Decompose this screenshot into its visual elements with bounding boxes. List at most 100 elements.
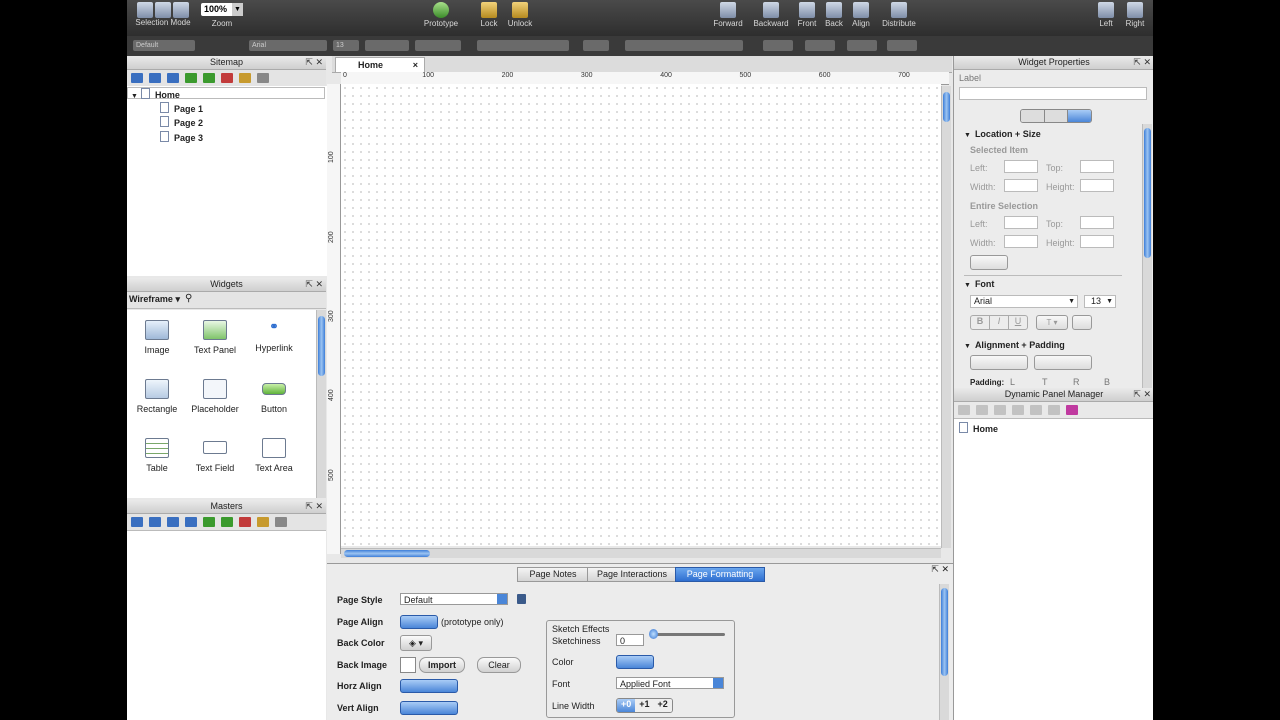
line-width-option[interactable]: +1 — [635, 699, 654, 712]
delete-page-icon[interactable] — [221, 73, 233, 83]
search-icon[interactable] — [275, 517, 287, 527]
lock-button[interactable]: Lock — [477, 2, 501, 28]
canvas-horizontal-scrollbar[interactable] — [341, 548, 941, 558]
edit-style-icon[interactable] — [517, 594, 526, 604]
interactions-tab-icon[interactable] — [1043, 110, 1068, 122]
unlock-button[interactable]: Unlock — [505, 2, 535, 28]
text-align-buttons[interactable] — [477, 40, 569, 51]
move-down-icon[interactable] — [185, 517, 197, 527]
font-size-select[interactable]: 13 ▼ — [1084, 295, 1116, 308]
clear-button[interactable]: Clear — [477, 657, 521, 673]
bold-button[interactable]: B — [971, 316, 989, 329]
indent-icon[interactable] — [203, 517, 215, 527]
horz-align-buttons[interactable] — [400, 679, 458, 693]
scroll-thumb[interactable] — [943, 92, 950, 122]
move-up-icon[interactable] — [149, 73, 161, 83]
edit-state-icon[interactable] — [1030, 405, 1042, 415]
scroll-thumb[interactable] — [344, 550, 430, 557]
close-icon[interactable]: × — [413, 58, 418, 73]
annotation-tab-icon[interactable] — [1021, 110, 1044, 122]
indent-icon[interactable] — [185, 73, 197, 83]
tab-page-formatting[interactable]: Page Formatting — [675, 567, 765, 582]
duplicate-state-icon[interactable] — [976, 405, 988, 415]
line-style-buttons[interactable] — [625, 40, 743, 51]
x-position-field[interactable] — [763, 40, 793, 51]
panel-close-icon[interactable]: ⇱ ✕ — [305, 278, 323, 291]
tab-page-interactions[interactable]: Page Interactions — [587, 567, 677, 582]
text-style-buttons[interactable]: B I U — [970, 315, 1028, 330]
backward-button[interactable]: Backward — [751, 2, 791, 28]
widgets-scrollbar[interactable] — [316, 310, 326, 498]
line-width-options[interactable]: +0 +1 +2 — [616, 698, 673, 713]
selected-left-input[interactable] — [1004, 160, 1038, 173]
sketch-font-select[interactable]: Applied Font — [616, 677, 724, 689]
formatting-tab-icon[interactable] — [1067, 110, 1091, 122]
font-family-select[interactable]: Arial ▼ — [970, 295, 1078, 308]
back-button[interactable]: Back — [823, 2, 845, 28]
entire-height-input[interactable] — [1080, 235, 1114, 248]
forward-button[interactable]: Forward — [711, 2, 745, 28]
font-family-select[interactable]: Arial — [249, 40, 327, 51]
selected-height-input[interactable] — [1080, 179, 1114, 192]
search-icon[interactable]: ⚲ — [185, 293, 192, 304]
distribute-button[interactable]: Distribute — [877, 2, 921, 28]
fill-color-button[interactable] — [583, 40, 609, 51]
tab-page-notes[interactable]: Page Notes — [517, 567, 589, 582]
alignment-padding-section[interactable]: ▼ Alignment + Padding — [964, 340, 1065, 350]
widget-text-field[interactable]: Text Field — [185, 438, 245, 473]
page-style-select[interactable]: Default — [400, 593, 508, 605]
dynamic-panel-item-home[interactable]: Home — [959, 422, 998, 434]
import-button[interactable]: Import — [419, 657, 465, 673]
back-color-picker[interactable]: ◈ ▾ — [400, 635, 432, 651]
widget-text-area[interactable]: Text Area — [244, 438, 304, 473]
horizontal-align-buttons[interactable] — [970, 355, 1028, 370]
panel-close-icon[interactable]: ⇱ ✕ — [305, 56, 323, 69]
sketchiness-slider[interactable] — [649, 629, 725, 639]
align-button[interactable]: Align — [849, 2, 873, 28]
vert-align-buttons[interactable] — [400, 701, 458, 715]
sitemap-item-page-1[interactable]: Page 1 — [160, 102, 203, 114]
widget-rectangle[interactable]: Rectangle — [127, 379, 187, 414]
widget-hyperlink[interactable]: ⚭ Hyperlink — [244, 320, 304, 353]
prototype-button[interactable]: Prototype — [423, 2, 459, 28]
add-state-icon[interactable] — [958, 405, 970, 415]
lock-aspect-button[interactable] — [970, 255, 1008, 270]
slider-thumb[interactable] — [649, 629, 658, 639]
move-up-icon[interactable] — [994, 405, 1006, 415]
font-size-select[interactable]: 13 — [333, 40, 359, 51]
panel-close-icon[interactable]: ⇱ ✕ — [1133, 56, 1151, 69]
vertical-align-buttons[interactable] — [1034, 355, 1092, 370]
widget-text-panel[interactable]: Text Panel — [185, 320, 245, 355]
add-folder-icon[interactable] — [149, 517, 161, 527]
text-style-buttons[interactable] — [365, 40, 409, 51]
location-size-section[interactable]: ▼ Location + Size — [964, 129, 1041, 139]
left-panel-toggle[interactable]: Left — [1095, 2, 1117, 28]
panel-close-icon[interactable]: ⇱ ✕ — [931, 564, 949, 575]
entire-width-input[interactable] — [1004, 235, 1038, 248]
sitemap-item-home[interactable]: ▼ Home — [127, 87, 325, 100]
width-field[interactable] — [847, 40, 877, 51]
properties-tab-buttons[interactable] — [1020, 109, 1092, 123]
properties-scrollbar[interactable] — [1142, 124, 1152, 388]
widget-image[interactable]: Image — [127, 320, 187, 355]
scroll-thumb[interactable] — [318, 316, 325, 376]
delete-state-icon[interactable] — [1048, 405, 1060, 415]
scroll-thumb[interactable] — [1144, 128, 1151, 258]
widget-placeholder[interactable]: Placeholder — [185, 379, 245, 414]
y-position-field[interactable] — [805, 40, 835, 51]
line-width-option[interactable]: +2 — [653, 699, 672, 712]
underline-button[interactable]: U — [1008, 316, 1027, 329]
selection-mode-button[interactable]: Selection Mode — [135, 2, 191, 27]
tab-home[interactable]: Home × — [335, 57, 425, 72]
page-properties-icon[interactable] — [239, 73, 251, 83]
outdent-icon[interactable] — [221, 517, 233, 527]
widget-library-select[interactable]: Wireframe ▾ — [129, 294, 180, 305]
selected-top-input[interactable] — [1080, 160, 1114, 173]
right-panel-toggle[interactable]: Right — [1123, 2, 1147, 28]
bottom-panel-scrollbar[interactable] — [939, 584, 949, 720]
search-icon[interactable] — [257, 73, 269, 83]
line-width-option[interactable]: +0 — [617, 699, 636, 712]
move-down-icon[interactable] — [1012, 405, 1024, 415]
style-select[interactable]: Default — [133, 40, 195, 51]
sitemap-item-page-2[interactable]: Page 2 — [160, 116, 203, 128]
